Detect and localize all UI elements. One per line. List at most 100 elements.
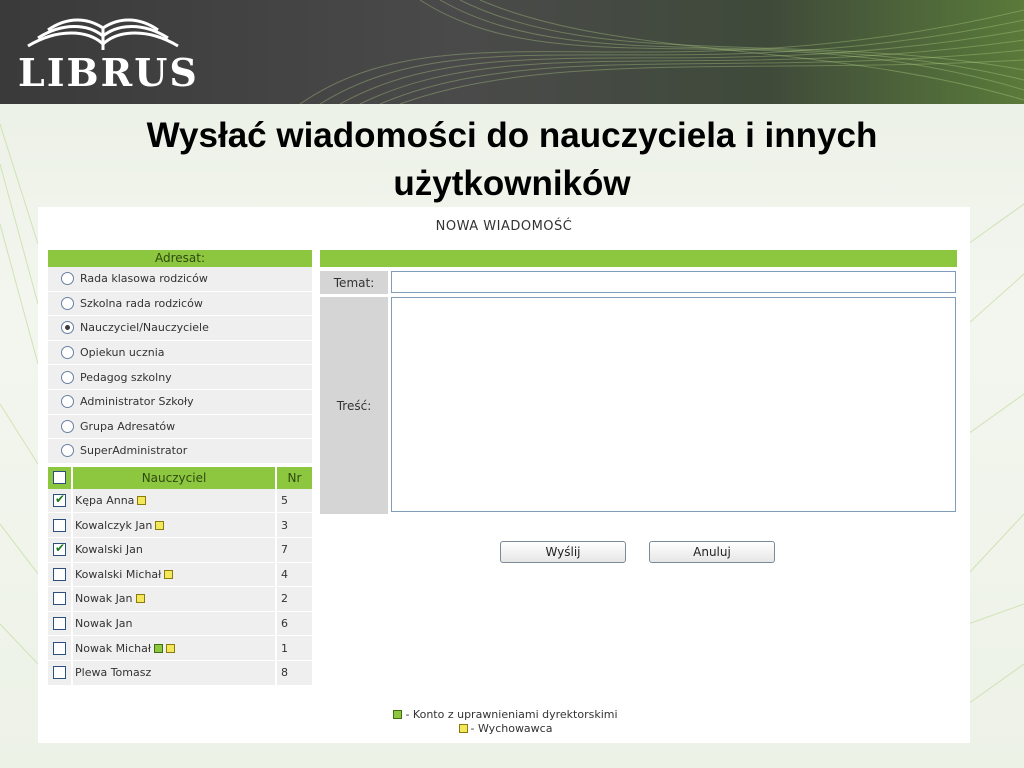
- recipient-option[interactable]: Grupa Adresatów: [48, 414, 312, 440]
- librus-logo: LIBRUS: [18, 10, 197, 95]
- teacher-row: Nowak Jan 2: [48, 587, 312, 612]
- recipient-radio[interactable]: [61, 370, 74, 384]
- tutor-badge-icon: [137, 496, 147, 506]
- recipient-options: Rada klasowa rodziców Szkolna rada rodzic…: [48, 267, 312, 464]
- teacher-name: Plewa Tomasz: [75, 666, 152, 680]
- subject-label: Temat:: [320, 271, 388, 294]
- teacher-name-cell: Plewa Tomasz: [73, 660, 275, 686]
- teacher-check-cell: [48, 537, 71, 563]
- teacher-checkbox[interactable]: [53, 541, 66, 557]
- recipient-radio[interactable]: [61, 444, 74, 458]
- recipient-option-label: Szkolna rada rodziców: [80, 296, 203, 310]
- teacher-check-cell: [48, 513, 71, 538]
- teacher-check-cell: [48, 660, 71, 686]
- teacher-name: Kowalczyk Jan: [75, 518, 153, 532]
- teacher-check-cell: [48, 488, 71, 514]
- teacher-nr: 8: [277, 660, 312, 686]
- teacher-table: Kępa Anna5Kowalczyk Jan3Kowalski Jan7Kow…: [48, 488, 312, 686]
- legend: - Konto z uprawnieniami dyrektorskimi - …: [38, 707, 970, 735]
- teacher-column-header[interactable]: Nauczyciel: [73, 466, 275, 489]
- legend-tutor-text: - Wychowawca: [470, 721, 553, 735]
- teacher-checkbox[interactable]: [53, 617, 66, 631]
- tutor-badge-icon: [155, 520, 165, 530]
- teacher-name-cell: Kowalczyk Jan: [73, 513, 275, 538]
- teacher-name-cell: Nowak Jan: [73, 611, 275, 637]
- recipient-option-label: Grupa Adresatów: [80, 419, 176, 433]
- recipient-option[interactable]: Administrator Szkoły: [48, 389, 312, 415]
- teacher-check-cell: [48, 587, 71, 612]
- teacher-check-cell: [48, 562, 71, 588]
- teacher-name: Nowak Michał: [75, 641, 151, 655]
- recipient-option[interactable]: Pedagog szkolny: [48, 365, 312, 390]
- new-message-panel: NOWA WIADOMOŚĆ Adresat: Rada klasowa rod…: [38, 207, 970, 743]
- teacher-checkbox[interactable]: [53, 492, 66, 508]
- tutor-badge-icon: [135, 594, 145, 604]
- body-textarea[interactable]: [391, 297, 956, 512]
- body-label: Treść:: [320, 297, 388, 514]
- logo-wordmark: LIBRUS: [18, 50, 199, 95]
- teacher-row: Kowalczyk Jan 3: [48, 513, 312, 538]
- recipient-option-label: Nauczyciel/Nauczyciele: [80, 321, 209, 335]
- teacher-row: Kępa Anna 5: [48, 488, 312, 514]
- teacher-nr: 1: [277, 636, 312, 661]
- recipient-option-label: Rada klasowa rodziców: [80, 272, 208, 286]
- select-all-cell: [48, 466, 71, 489]
- recipient-radio[interactable]: [61, 272, 74, 286]
- teacher-row: Nowak Jan 6: [48, 611, 312, 637]
- open-book-icon: [27, 18, 179, 50]
- recipient-option-label: Administrator Szkoły: [80, 395, 194, 409]
- recipient-option[interactable]: Nauczyciel/Nauczyciele: [48, 316, 312, 341]
- teacher-name-cell: Kowalski Michał: [73, 562, 275, 588]
- teacher-nr: 3: [277, 513, 312, 538]
- teacher-checkbox[interactable]: [53, 641, 66, 655]
- teacher-name-cell: Nowak Jan: [73, 587, 275, 612]
- teacher-row: Kowalski Jan 7: [48, 537, 312, 563]
- recipient-option[interactable]: Szkolna rada rodziców: [48, 291, 312, 317]
- recipient-radio[interactable]: [61, 321, 74, 335]
- teacher-checkbox[interactable]: [53, 592, 66, 606]
- recipient-option[interactable]: SuperAdministrator: [48, 439, 312, 464]
- teacher-checkbox[interactable]: [53, 666, 66, 680]
- teacher-checkbox[interactable]: [53, 567, 66, 581]
- panel-title: NOWA WIADOMOŚĆ: [435, 219, 573, 234]
- teacher-nr: 4: [277, 562, 312, 588]
- director-badge-icon: [393, 709, 403, 719]
- teacher-name-cell: Kowalski Jan: [73, 537, 275, 563]
- teacher-nr: 6: [277, 611, 312, 637]
- teacher-name: Nowak Jan: [75, 617, 133, 631]
- recipient-radio[interactable]: [61, 296, 74, 310]
- teacher-table-header: Nauczyciel Nr: [48, 466, 312, 489]
- recipient-option-label: Opiekun ucznia: [80, 346, 165, 360]
- tutor-badge-icon: [166, 643, 175, 653]
- select-all-checkbox[interactable]: [53, 471, 66, 485]
- teacher-check-cell: [48, 611, 71, 637]
- tutor-badge-icon: [164, 569, 174, 579]
- recipient-radio[interactable]: [61, 395, 74, 409]
- tutor-badge-icon: [458, 723, 468, 733]
- subject-input[interactable]: [391, 271, 956, 293]
- send-button[interactable]: Wyślij: [500, 541, 626, 563]
- recipient-header: Adresat:: [48, 250, 312, 267]
- teacher-name: Kowalski Jan: [75, 543, 143, 557]
- teacher-row: Nowak Michał 1: [48, 636, 312, 661]
- recipient-radio[interactable]: [61, 346, 74, 360]
- teacher-name-cell: Kępa Anna: [73, 488, 275, 514]
- recipient-column: Adresat: Rada klasowa rodziców Szkolna ra…: [48, 250, 312, 686]
- legend-tutor: - Wychowawca: [38, 721, 970, 735]
- teacher-checkbox[interactable]: [53, 518, 66, 532]
- recipient-option-label: SuperAdministrator: [80, 444, 188, 458]
- legend-director: - Konto z uprawnieniami dyrektorskimi: [38, 707, 970, 721]
- teacher-name: Kowalski Michał: [75, 567, 162, 581]
- teacher-nr: 5: [277, 488, 312, 514]
- legend-director-text: - Konto z uprawnieniami dyrektorskimi: [405, 707, 618, 721]
- recipient-radio[interactable]: [61, 419, 74, 433]
- teacher-nr: 2: [277, 587, 312, 612]
- teacher-name: Kępa Anna: [75, 494, 135, 508]
- teacher-row: Plewa Tomasz 8: [48, 660, 312, 686]
- recipient-option[interactable]: Rada klasowa rodziców: [48, 267, 312, 292]
- cancel-button[interactable]: Anuluj: [649, 541, 775, 563]
- recipient-option[interactable]: Opiekun ucznia: [48, 340, 312, 366]
- nr-column-header[interactable]: Nr: [277, 466, 312, 489]
- teacher-name-cell: Nowak Michał: [73, 636, 275, 661]
- header-banner: LIBRUS: [0, 0, 1024, 104]
